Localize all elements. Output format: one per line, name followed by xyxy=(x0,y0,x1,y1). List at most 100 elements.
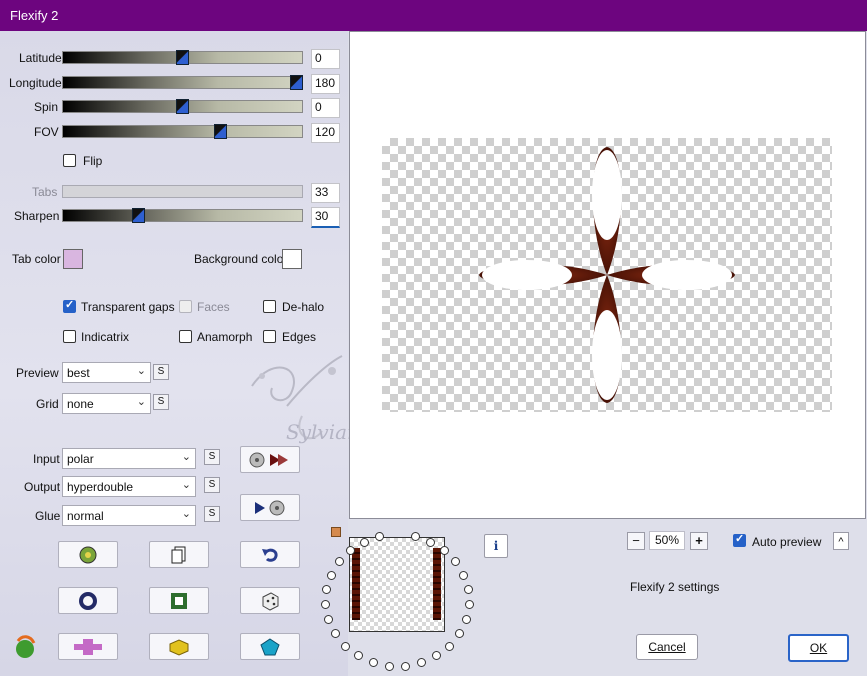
longitude-slider[interactable] xyxy=(62,75,303,90)
input-s-button[interactable]: S xyxy=(204,449,220,465)
frame-button[interactable] xyxy=(149,587,209,614)
rotation-dial-dot[interactable] xyxy=(334,557,344,567)
thumbnail-navigator[interactable] xyxy=(349,537,445,632)
latitude-thumb[interactable] xyxy=(176,50,189,65)
sharpen-value-input[interactable]: 30 xyxy=(311,207,340,228)
chevron-down-icon: ⌄ xyxy=(136,396,146,408)
glue-s-button[interactable]: S xyxy=(204,506,220,522)
glue-select-value: normal xyxy=(67,509,104,523)
chevron-down-icon: ⌄ xyxy=(181,508,191,520)
fov-label: FOV xyxy=(34,125,59,139)
rotation-dial-dot[interactable] xyxy=(445,641,455,651)
indicatrix-checkbox[interactable] xyxy=(63,330,76,343)
ok-button[interactable]: OK xyxy=(788,634,849,662)
collapse-button[interactable]: ^ xyxy=(833,532,849,550)
window-title: Flexify 2 xyxy=(10,8,59,23)
longitude-thumb[interactable] xyxy=(290,75,303,90)
input-select[interactable]: polar ⌄ xyxy=(62,448,196,469)
preview-select-value: best xyxy=(67,366,90,380)
settings-label: Flexify 2 settings xyxy=(630,580,720,594)
cube-button[interactable] xyxy=(149,633,209,660)
background-color-swatch[interactable] xyxy=(282,249,302,269)
rotation-dial-dot[interactable] xyxy=(340,641,350,651)
rotation-dial-dot[interactable] xyxy=(359,537,369,547)
rotation-dial-dot[interactable] xyxy=(368,658,378,668)
latitude-slider[interactable] xyxy=(62,50,303,65)
rotation-dial-dot[interactable] xyxy=(401,661,411,671)
flexify-output-shape xyxy=(479,147,735,403)
zoom-value[interactable]: 50% xyxy=(649,531,685,550)
ok-button-label: OK xyxy=(809,641,828,655)
anamorph-checkbox[interactable] xyxy=(179,330,192,343)
rotation-dial-dot[interactable] xyxy=(353,651,363,661)
cancel-button[interactable]: Cancel xyxy=(636,634,698,660)
undo-button[interactable] xyxy=(240,541,300,568)
cancel-button-label: Cancel xyxy=(648,640,686,654)
fov-slider[interactable] xyxy=(62,124,303,139)
disc-to-play-button[interactable] xyxy=(240,446,300,473)
randomize-button[interactable] xyxy=(58,541,118,568)
transparent-gaps-checkbox[interactable] xyxy=(63,298,76,313)
ring-button[interactable] xyxy=(58,587,118,614)
spin-thumb[interactable] xyxy=(176,99,189,114)
grid-select[interactable]: none ⌄ xyxy=(62,393,151,414)
frame-icon xyxy=(171,592,187,609)
rotation-dial-dot[interactable] xyxy=(384,661,394,671)
spin-value-input[interactable]: 0 xyxy=(311,98,340,118)
input-select-value: polar xyxy=(67,452,94,466)
dice-button[interactable] xyxy=(240,587,300,614)
rotation-dial-dot[interactable] xyxy=(326,570,336,580)
glue-select-label: Glue xyxy=(35,509,61,523)
fov-thumb[interactable] xyxy=(214,124,227,139)
thumbnail-left-bar xyxy=(352,548,360,620)
plugin-logo-icon xyxy=(16,635,36,658)
preview-canvas[interactable] xyxy=(349,31,866,519)
chevron-down-icon: ⌄ xyxy=(136,365,146,377)
rotation-dial-dot[interactable] xyxy=(410,532,420,542)
output-select[interactable]: hyperdouble ⌄ xyxy=(62,476,196,497)
edges-label: Edges xyxy=(282,330,317,344)
spin-slider[interactable] xyxy=(62,99,303,114)
zoom-in-button[interactable]: + xyxy=(690,532,708,550)
indicatrix-label: Indicatrix xyxy=(81,330,130,344)
auto-preview-checkbox[interactable] xyxy=(733,532,746,547)
cross-shape-icon xyxy=(74,638,102,655)
de-halo-checkbox[interactable] xyxy=(263,300,276,313)
rotation-dial-dot[interactable] xyxy=(426,537,436,547)
info-button[interactable]: i xyxy=(484,534,508,558)
play-to-disc-button[interactable] xyxy=(240,494,300,521)
flip-checkbox[interactable] xyxy=(63,154,76,167)
latitude-value-input[interactable]: 0 xyxy=(311,49,340,69)
play-disc-icon xyxy=(255,500,285,515)
anamorph-label: Anamorph xyxy=(197,330,253,344)
gem-button[interactable] xyxy=(240,633,300,660)
copy-button[interactable] xyxy=(149,541,209,568)
rotation-dial-dot[interactable] xyxy=(345,546,355,556)
fov-value-input[interactable]: 120 xyxy=(311,123,340,143)
output-s-button[interactable]: S xyxy=(204,477,220,493)
tabs-label: Tabs xyxy=(32,185,58,199)
plugin-button[interactable] xyxy=(58,633,118,660)
glue-select[interactable]: normal ⌄ xyxy=(62,505,196,526)
tabs-value-input[interactable]: 33 xyxy=(311,183,340,203)
flip-label: Flip xyxy=(83,154,103,168)
sharpen-slider[interactable] xyxy=(62,208,303,223)
tabs-slider xyxy=(62,185,303,198)
preview-s-button[interactable]: S xyxy=(153,364,169,380)
preview-select[interactable]: best ⌄ xyxy=(62,362,151,383)
chevron-down-icon: ⌄ xyxy=(181,451,191,463)
grid-s-button[interactable]: S xyxy=(153,394,169,410)
edges-checkbox[interactable] xyxy=(263,330,276,343)
auto-preview-label: Auto preview xyxy=(752,535,822,549)
longitude-value-input[interactable]: 180 xyxy=(311,74,340,94)
tab-color-swatch[interactable] xyxy=(63,249,83,269)
transparent-gaps-label: Transparent gaps xyxy=(81,300,175,314)
sharpen-thumb[interactable] xyxy=(132,208,145,223)
disc-play-icon xyxy=(249,452,288,467)
undo-icon xyxy=(262,548,278,562)
zoom-out-button[interactable]: − xyxy=(627,532,645,550)
navigator-handle[interactable] xyxy=(331,527,341,537)
sharpen-label: Sharpen xyxy=(14,209,60,223)
chevron-down-icon: ⌄ xyxy=(181,479,191,491)
thumbnail-right-bar xyxy=(433,548,441,620)
